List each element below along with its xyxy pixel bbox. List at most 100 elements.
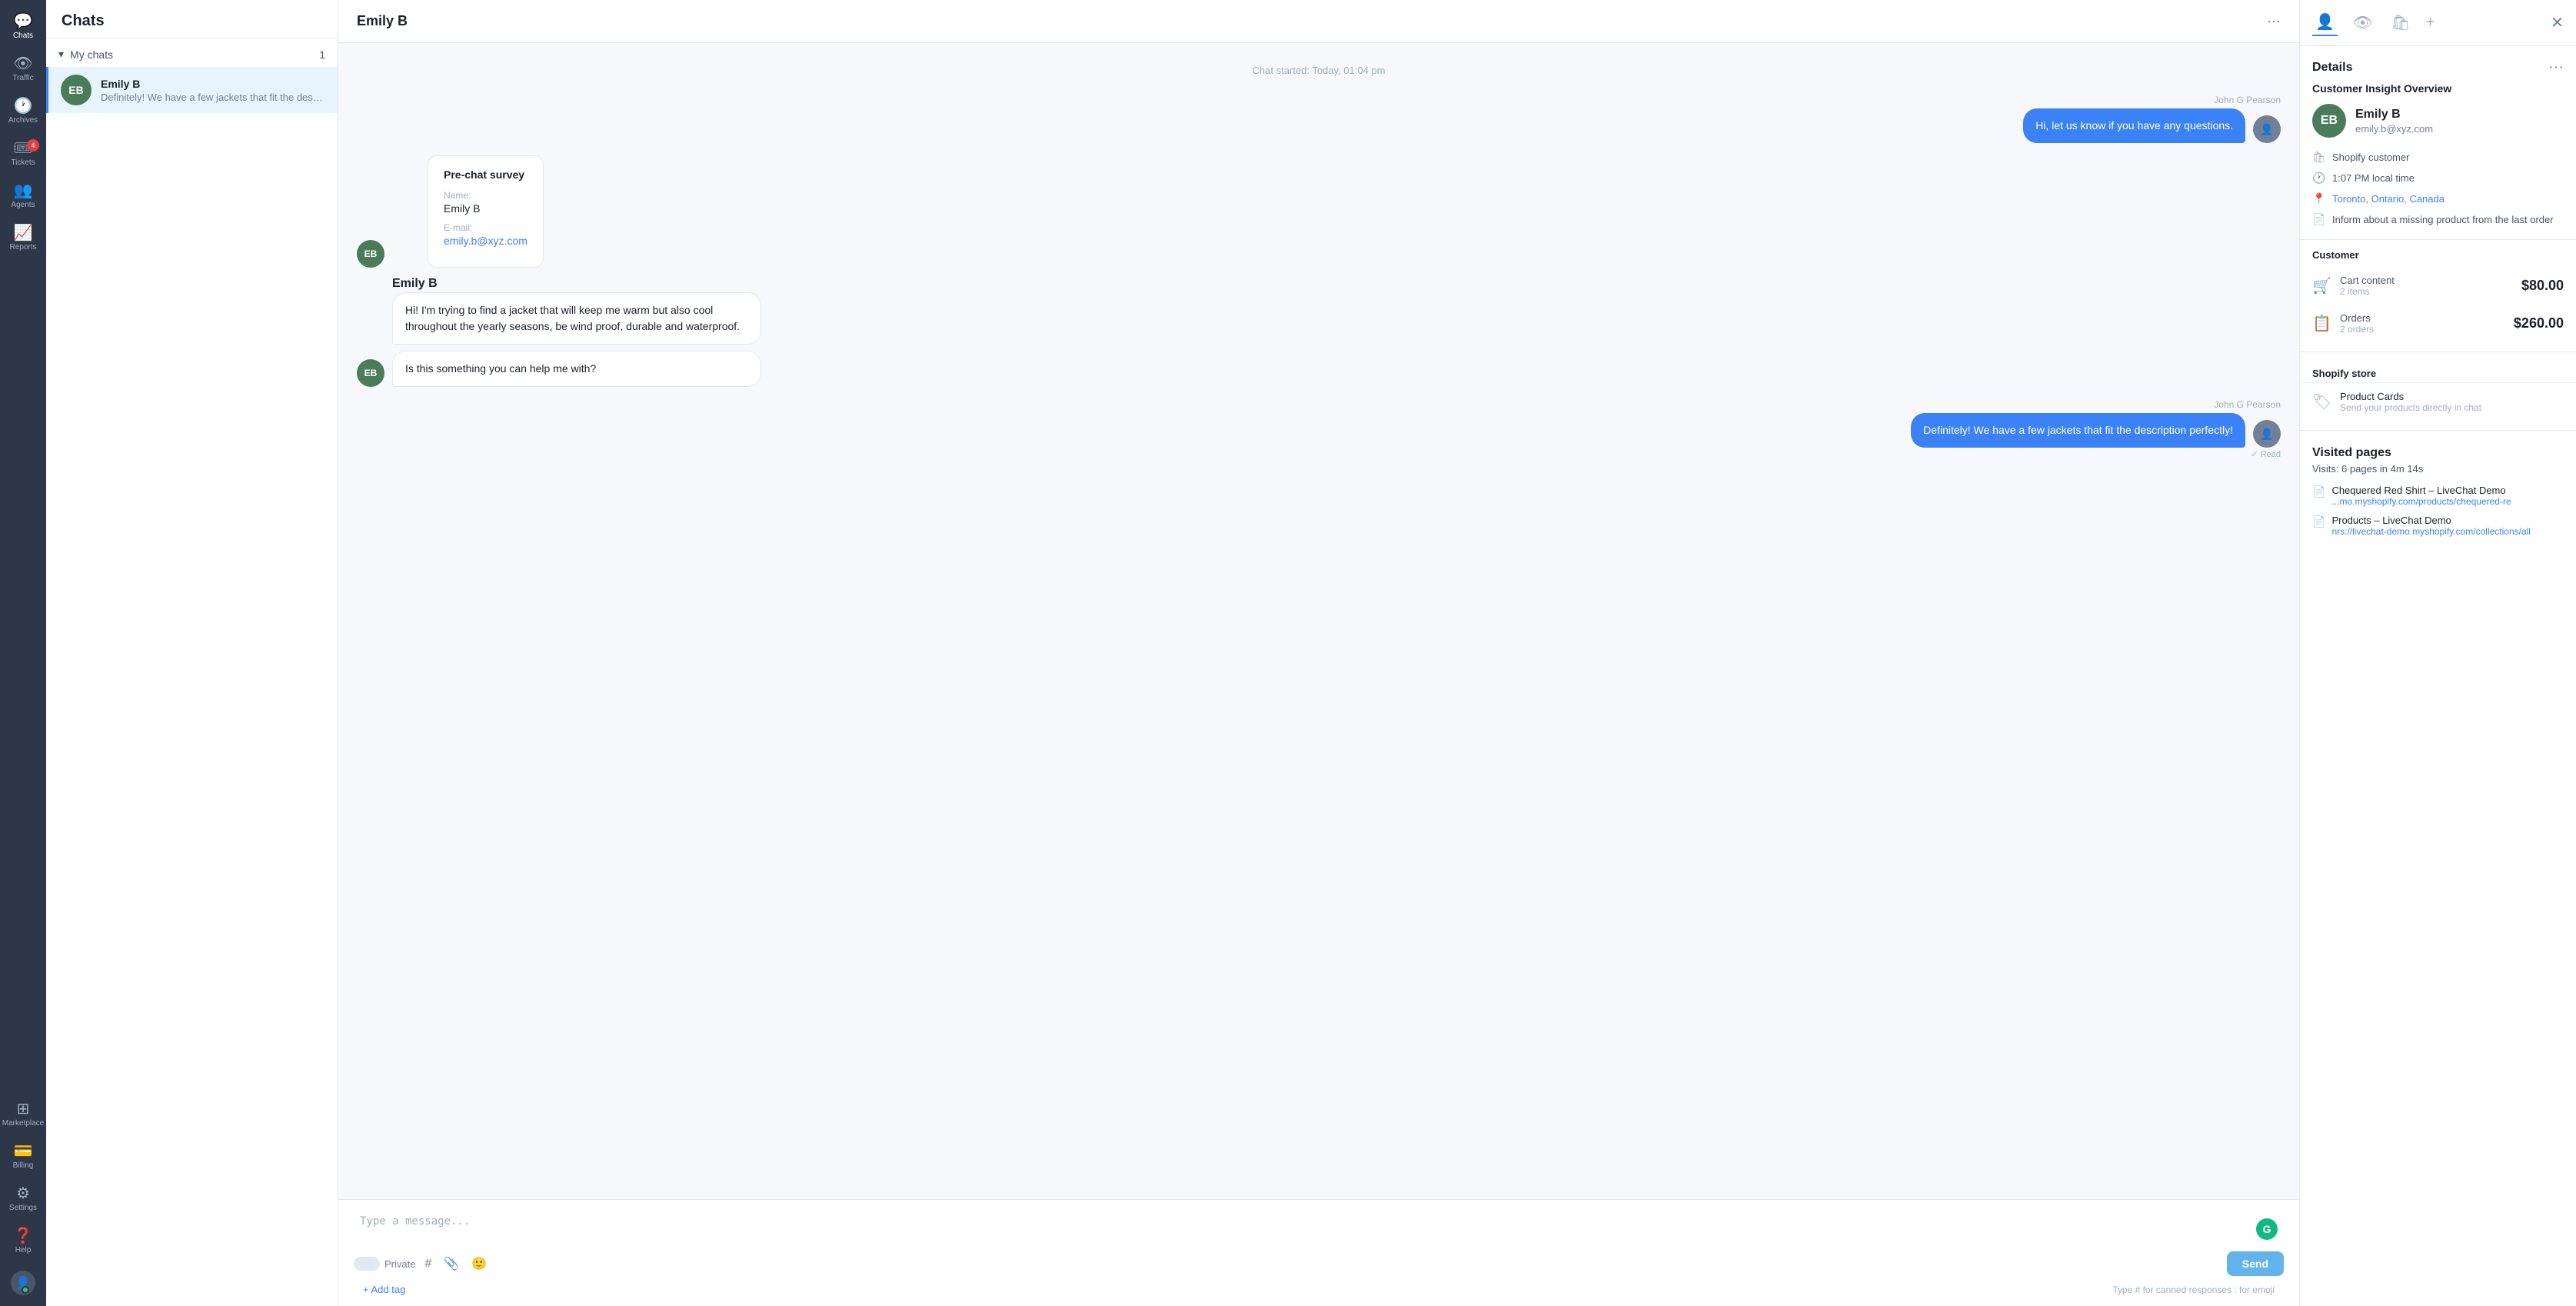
local-time-row: 🕐 1:07 PM local time bbox=[2312, 168, 2564, 188]
help-icon: ❓ bbox=[14, 1228, 33, 1244]
agent-sender-name: John G Pearson bbox=[357, 95, 2281, 105]
nav-label-archives: Archives bbox=[8, 116, 38, 125]
product-cards-title: Product Cards bbox=[2340, 391, 2564, 402]
location-icon: 📍 bbox=[2312, 192, 2325, 205]
input-top: G bbox=[354, 1209, 2284, 1248]
details-section-header: Details ··· bbox=[2300, 46, 2576, 82]
chat-header: Emily B ··· bbox=[338, 0, 2299, 43]
chat-item-name: Emily B bbox=[101, 78, 325, 90]
chat-item-info: Emily B Definitely! We have a few jacket… bbox=[101, 78, 325, 103]
hashtag-icon[interactable]: # bbox=[421, 1254, 434, 1274]
note-row: 📄 Inform about a missing product from th… bbox=[2312, 209, 2564, 230]
shopify-store-label: Shopify store bbox=[2300, 361, 2576, 382]
prechat-email-value: emily.b@xyz.com bbox=[444, 235, 528, 247]
page-url-1[interactable]: ...mo.myshopify.com/products/chequered-r… bbox=[2331, 496, 2511, 507]
chat-contact-name: Emily B bbox=[357, 13, 408, 29]
chat-input-area: G Private # 📎 🙂 Send + Add tag Type # fo… bbox=[338, 1199, 2299, 1306]
details-title: Details bbox=[2312, 61, 2352, 75]
nav-item-help[interactable]: ❓ Help bbox=[2, 1222, 44, 1261]
agents-icon: 👥 bbox=[14, 183, 33, 198]
traffic-icon: 👁 bbox=[13, 56, 32, 72]
customer-panel-avatar: EB bbox=[2312, 104, 2346, 138]
tab-shopify[interactable]: 🛍 bbox=[2388, 10, 2413, 35]
customer-overview: Customer Insight Overview EB Emily B emi… bbox=[2300, 82, 2576, 230]
attachment-icon[interactable]: 📎 bbox=[441, 1253, 462, 1274]
toggle-switch[interactable] bbox=[354, 1257, 380, 1271]
visited-pages-section: Visited pages Visits: 6 pages in 4m 14s … bbox=[2300, 440, 2576, 547]
marketplace-icon: ⊞ bbox=[17, 1101, 30, 1117]
my-chats-label: ▾ My chats bbox=[58, 48, 113, 61]
chat-started-bar: Chat started: Today, 01:04 pm bbox=[357, 55, 2281, 85]
nav-label-settings: Settings bbox=[9, 1204, 37, 1213]
nav-item-traffic[interactable]: 👁 Traffic bbox=[2, 50, 44, 89]
chat-more-button[interactable]: ··· bbox=[2267, 13, 2281, 29]
main-chat-area: Emily B ··· Chat started: Today, 01:04 p… bbox=[338, 0, 2299, 1306]
customer-name-row: EB Emily B emily.b@xyz.com bbox=[2312, 104, 2564, 138]
right-panel-header: 👤 👁 🛍 + ✕ bbox=[2300, 0, 2576, 46]
message-input[interactable] bbox=[354, 1209, 2284, 1246]
customer-avatar-msg: EB bbox=[357, 359, 384, 387]
left-navigation: 💬 Chats 👁 Traffic 🕐 Archives 🎟 4 Tickets… bbox=[0, 0, 46, 1306]
nav-item-settings[interactable]: ⚙ Settings bbox=[2, 1180, 44, 1219]
clock-icon: 🕐 bbox=[2312, 172, 2325, 185]
agent-message-bubble-2: Definitely! We have a few jackets that f… bbox=[1911, 413, 2245, 448]
customer-avatar-prechat: EB bbox=[357, 240, 384, 268]
nav-item-chats[interactable]: 💬 Chats bbox=[2, 8, 44, 47]
page-icon-2: 📄 bbox=[2312, 515, 2325, 528]
nav-label-agents: Agents bbox=[11, 201, 35, 210]
nav-item-marketplace[interactable]: ⊞ Marketplace bbox=[2, 1095, 44, 1134]
customer-message-row: EB Hi! I'm trying to find a jacket that … bbox=[357, 292, 2281, 387]
my-chats-section-header[interactable]: ▾ My chats 1 bbox=[46, 38, 338, 67]
prechat-survey-card: Pre-chat survey Name: Emily B E-mail: em… bbox=[428, 155, 544, 268]
online-status-dot bbox=[22, 1286, 29, 1294]
customer-panel-email: emily.b@xyz.com bbox=[2355, 123, 2433, 135]
agent-sender-name-2: John G Pearson bbox=[357, 399, 2281, 410]
close-button[interactable]: ✕ bbox=[2551, 13, 2564, 32]
details-more-button[interactable]: ··· bbox=[2548, 58, 2564, 76]
location-link[interactable]: Toronto, Ontario, Canada bbox=[2332, 193, 2445, 205]
customer-message-bubble-1: Hi! I'm trying to find a jacket that wil… bbox=[392, 292, 761, 345]
chat-list-title: Chats bbox=[62, 12, 322, 30]
chat-list-item[interactable]: EB Emily B Definitely! We have a few jac… bbox=[46, 67, 338, 113]
nav-label-billing: Billing bbox=[13, 1161, 34, 1171]
location-row: 📍 Toronto, Ontario, Canada bbox=[2312, 188, 2564, 209]
user-avatar[interactable]: 👤 bbox=[11, 1271, 35, 1295]
private-toggle[interactable]: Private bbox=[354, 1257, 415, 1271]
nav-item-tickets[interactable]: 🎟 4 Tickets bbox=[2, 135, 44, 174]
nav-item-agents[interactable]: 👥 Agents bbox=[2, 177, 44, 216]
page-url-2[interactable]: nrs://livechat-demo.myshopify.com/collec… bbox=[2331, 526, 2531, 537]
tab-person[interactable]: 👤 bbox=[2312, 9, 2338, 36]
add-tag-button[interactable]: + Add tag bbox=[357, 1281, 411, 1298]
input-hint: Type # for canned responses : for emoji bbox=[2106, 1281, 2281, 1298]
nav-item-archives[interactable]: 🕐 Archives bbox=[2, 92, 44, 132]
product-cards-subtitle: Send your products directly in chat bbox=[2340, 402, 2564, 413]
cart-title: Cart content bbox=[2340, 275, 2512, 286]
customer-type: Shopify customer bbox=[2332, 152, 2409, 163]
nav-label-tickets: Tickets bbox=[11, 158, 35, 168]
customer-type-row: 🛍 Shopify customer bbox=[2312, 147, 2564, 168]
tab-add[interactable]: + bbox=[2426, 14, 2435, 32]
page-icon-1: 📄 bbox=[2312, 485, 2325, 498]
tab-eye[interactable]: 👁 bbox=[2350, 10, 2375, 35]
customer-insight-title: Customer Insight Overview bbox=[2312, 82, 2564, 95]
tickets-badge: 4 bbox=[27, 139, 39, 152]
visited-pages-summary: Visits: 6 pages in 4m 14s bbox=[2312, 463, 2564, 475]
customer-panel-name: Emily B bbox=[2355, 108, 2433, 122]
nav-item-reports[interactable]: 📈 Reports bbox=[2, 219, 44, 258]
divider-2 bbox=[2300, 351, 2576, 352]
chat-list-header: Chats bbox=[46, 0, 338, 38]
right-panel: 👤 👁 🛍 + ✕ Details ··· Customer Insight O… bbox=[2299, 0, 2576, 1306]
cart-icon: 🛒 bbox=[2312, 276, 2331, 295]
chat-item-avatar: EB bbox=[61, 75, 92, 105]
divider-1 bbox=[2300, 239, 2576, 240]
emoji-icon[interactable]: 🙂 bbox=[468, 1253, 490, 1274]
customer-message-bubble-2: Is this something you can help me with? bbox=[392, 351, 761, 387]
send-button[interactable]: Send bbox=[2227, 1251, 2284, 1276]
grammarly-icon: G bbox=[2256, 1218, 2278, 1240]
private-label: Private bbox=[384, 1258, 415, 1270]
nav-label-marketplace: Marketplace bbox=[2, 1119, 44, 1128]
billing-icon: 💳 bbox=[14, 1144, 33, 1159]
divider-3 bbox=[2300, 430, 2576, 431]
customer-note: Inform about a missing product from the … bbox=[2332, 214, 2554, 225]
nav-item-billing[interactable]: 💳 Billing bbox=[2, 1138, 44, 1177]
